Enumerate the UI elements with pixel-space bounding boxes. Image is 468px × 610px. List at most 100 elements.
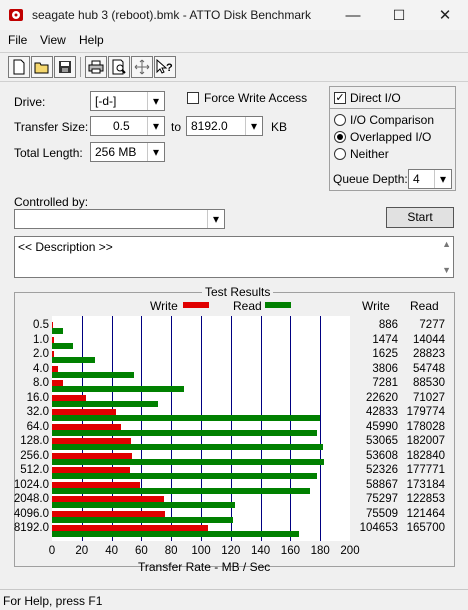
start-button[interactable]: Start — [386, 207, 454, 228]
x-tick-label: 160 — [280, 545, 300, 557]
x-axis-label: Transfer Rate - MB / Sec — [138, 560, 271, 574]
svg-text:?: ? — [166, 62, 173, 74]
write-column-header: Write — [362, 299, 390, 313]
new-button[interactable] — [8, 56, 30, 78]
write-value: 75509 — [366, 507, 398, 520]
description-field[interactable]: << Description >> ▲ ▼ — [14, 236, 454, 278]
read-value: 182007 — [406, 435, 445, 447]
transfer-size-row-label: 8.0 — [33, 377, 49, 389]
read-value: 173184 — [406, 478, 445, 491]
print-preview-button[interactable] — [108, 56, 130, 78]
menu-file[interactable]: File — [8, 33, 27, 47]
read-bar — [52, 502, 236, 508]
total-length-label: Total Length: — [14, 146, 83, 160]
chevron-down-icon: ▾ — [147, 92, 164, 110]
menu-view[interactable]: View — [40, 33, 66, 47]
write-value: 886 — [378, 319, 398, 331]
transfer-size-row-label: 64.0 — [26, 420, 49, 433]
move-button[interactable] — [131, 56, 153, 78]
toolbar: ? — [0, 52, 468, 82]
x-tick-label: 0 — [48, 545, 56, 557]
transfer-size-row-label: 2.0 — [33, 348, 49, 360]
open-button[interactable] — [31, 56, 53, 78]
transfer-from-value: 0.5 — [113, 119, 130, 133]
context-help-button[interactable]: ? — [154, 56, 176, 78]
direct-io-label[interactable]: Direct I/O — [350, 91, 401, 105]
transfer-size-row-label: 1024.0 — [13, 478, 49, 491]
new-icon — [13, 59, 25, 75]
print-button[interactable] — [85, 56, 107, 78]
x-tick-label: 80 — [164, 545, 178, 557]
read-bar — [52, 516, 233, 523]
transfer-to-label: to — [171, 120, 182, 134]
chevron-down-icon: ▾ — [434, 170, 451, 188]
menu-help[interactable]: Help — [79, 33, 104, 47]
read-bar — [52, 342, 73, 349]
total-length-value: 256 MB — [95, 145, 137, 159]
scroll-up-icon[interactable]: ▲ — [442, 239, 451, 249]
chevron-down-icon: ▾ — [147, 117, 164, 135]
legend-read-swatch — [265, 302, 291, 308]
x-tick-label: 20 — [75, 545, 89, 557]
overlapped-io-label[interactable]: Overlapped I/O — [350, 130, 431, 144]
x-tick-label: 60 — [134, 545, 148, 557]
legend-read-label: Read — [233, 299, 262, 313]
read-value: 165700 — [406, 522, 445, 534]
write-value: 22620 — [366, 391, 398, 404]
context-help-icon: ? — [156, 59, 173, 74]
read-value: 54748 — [413, 362, 445, 375]
transfer-size-row-label: 4096.0 — [13, 507, 49, 520]
x-tick-label: 180 — [310, 545, 330, 557]
controlled-by-select[interactable]: ▾ — [14, 209, 225, 229]
read-bar — [52, 415, 320, 421]
read-value: 28823 — [413, 348, 445, 360]
direct-io-checkbox[interactable]: ✓ — [334, 92, 346, 104]
x-tick-label: 100 — [191, 545, 211, 557]
print-preview-icon — [112, 59, 126, 75]
read-bar — [52, 444, 324, 450]
maximize-button[interactable]: ☐ — [376, 0, 422, 30]
read-value: 7277 — [419, 319, 445, 331]
transfer-from-select[interactable]: 0.5 ▾ — [90, 116, 165, 136]
neither-radio[interactable] — [334, 148, 346, 160]
read-bar — [52, 487, 311, 494]
read-bar — [52, 328, 63, 334]
gridline — [260, 316, 262, 541]
scroll-down-icon[interactable]: ▼ — [442, 265, 451, 275]
transfer-size-row-label: 4.0 — [33, 362, 49, 375]
chevron-down-icon: ▾ — [207, 210, 224, 228]
force-write-access-label[interactable]: Force Write Access — [204, 91, 307, 105]
write-value: 53065 — [366, 435, 398, 447]
write-value: 1625 — [372, 348, 398, 360]
description-text: << Description >> — [18, 240, 113, 254]
save-button[interactable] — [54, 56, 76, 78]
force-write-access-checkbox[interactable] — [187, 92, 199, 104]
write-value: 45990 — [366, 420, 398, 433]
io-comparison-radio[interactable] — [334, 114, 346, 126]
transfer-size-row-label: 32.0 — [26, 406, 49, 418]
overlapped-io-radio[interactable] — [334, 131, 346, 143]
write-value: 1474 — [372, 333, 398, 346]
read-bar — [52, 386, 184, 392]
title-bar[interactable]: seagate hub 3 (reboot).bmk - ATTO Disk B… — [0, 0, 468, 30]
chevron-down-icon: ▾ — [147, 143, 164, 161]
neither-label[interactable]: Neither — [350, 147, 389, 161]
queue-depth-select[interactable]: 4 ▾ — [408, 169, 452, 189]
close-button[interactable]: ✕ — [422, 0, 468, 30]
move-icon — [134, 59, 150, 75]
total-length-select[interactable]: 256 MB ▾ — [90, 142, 165, 162]
controlled-by-label: Controlled by: — [14, 195, 89, 209]
read-value: 182840 — [406, 449, 445, 462]
legend-write-label: Write — [150, 299, 178, 313]
gridline — [290, 316, 292, 541]
print-icon — [88, 60, 104, 74]
write-value: 52326 — [366, 464, 398, 476]
minimize-button[interactable]: — — [330, 0, 376, 30]
io-comparison-label[interactable]: I/O Comparison — [350, 113, 434, 127]
drive-select[interactable]: [-d-] ▾ — [90, 91, 165, 111]
status-bar: For Help, press F1 — [0, 589, 468, 610]
transfer-size-row-label: 1.0 — [33, 333, 49, 346]
read-bar — [52, 429, 318, 436]
test-results-title: Test Results — [202, 285, 274, 299]
transfer-to-select[interactable]: 8192.0 ▾ — [186, 116, 263, 136]
